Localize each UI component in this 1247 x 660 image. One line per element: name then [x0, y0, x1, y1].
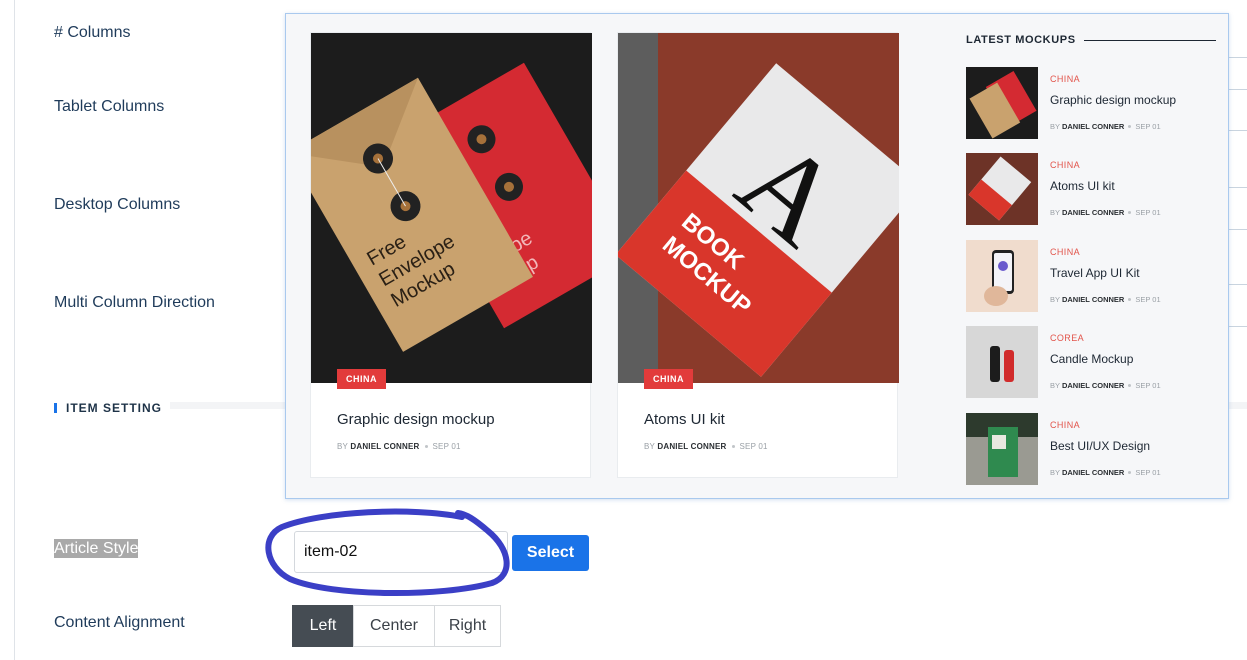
alignment-button-group: Left Center Right [292, 605, 501, 647]
card-title[interactable]: Graphic design mockup [337, 411, 495, 428]
item-setting-section: ITEM SETTING [54, 401, 162, 415]
align-right-button[interactable]: Right [434, 605, 501, 647]
latest-thumb-candle [966, 326, 1038, 398]
multi-column-direction-label: Multi Column Direction [54, 294, 215, 311]
latest-item[interactable]: CHINA Travel App UI Kit BY DANIEL CONNER… [966, 240, 1226, 312]
select-button[interactable]: Select [512, 535, 589, 571]
latest-meta: BY DANIEL CONNER SEP 01 [1050, 295, 1161, 304]
latest-title[interactable]: Travel App UI Kit [1050, 266, 1140, 280]
tablet-columns-label: Tablet Columns [54, 98, 165, 115]
card-meta: BY DANIEL CONNER SEP 01 [644, 442, 768, 451]
latest-title[interactable]: Atoms UI kit [1050, 179, 1115, 193]
card-tag[interactable]: CHINA [644, 369, 693, 389]
meta-by: BY [337, 442, 348, 451]
latest-thumb-envelope [966, 67, 1038, 139]
envelope-mockup-image: elope ckup Free Envelope Mockup [311, 33, 592, 383]
meta-author[interactable]: DANIEL CONNER [657, 442, 726, 451]
meta-by: BY [644, 442, 655, 451]
section-title: ITEM SETTING [66, 401, 162, 415]
left-border [14, 0, 15, 660]
meta-date: SEP 01 [432, 442, 461, 451]
article-style-label: Article Style [54, 539, 139, 558]
content-alignment-label: Content Alignment [54, 614, 185, 631]
latest-title[interactable]: Candle Mockup [1050, 352, 1133, 366]
latest-category[interactable]: CHINA [1050, 160, 1080, 170]
latest-title[interactable]: Best UI/UX Design [1050, 439, 1150, 453]
align-left-button[interactable]: Left [292, 605, 354, 647]
latest-thumb-phone [966, 240, 1038, 312]
card-meta: BY DANIEL CONNER SEP 01 [337, 442, 461, 451]
columns-label: # Columns [54, 24, 131, 41]
card-tag[interactable]: CHINA [337, 369, 386, 389]
latest-title[interactable]: Graphic design mockup [1050, 93, 1176, 107]
latest-category[interactable]: CHINA [1050, 74, 1080, 84]
latest-meta: BY DANIEL CONNER SEP 01 [1050, 381, 1161, 390]
latest-item[interactable]: COREA Candle Mockup BY DANIEL CONNER SEP … [966, 326, 1226, 398]
latest-mockups-title: LATEST MOCKUPS [966, 34, 1076, 46]
latest-item[interactable]: CHINA Graphic design mockup BY DANIEL CO… [966, 67, 1226, 139]
latest-category[interactable]: CHINA [1050, 420, 1080, 430]
latest-thumb-street [966, 413, 1038, 485]
latest-mockups-heading: LATEST MOCKUPS [966, 34, 1216, 46]
latest-meta: BY DANIEL CONNER SEP 01 [1050, 122, 1161, 131]
latest-thumb-book [966, 153, 1038, 225]
article-style-label-text: Article Style [54, 539, 139, 558]
latest-category[interactable]: COREA [1050, 333, 1084, 343]
card-title[interactable]: Atoms UI kit [644, 411, 725, 428]
latest-item[interactable]: CHINA Best UI/UX Design BY DANIEL CONNER… [966, 413, 1226, 485]
desktop-columns-label: Desktop Columns [54, 196, 181, 213]
preview-card[interactable]: elope ckup Free Envelope Mockup CHINA Gr… [310, 32, 592, 478]
article-style-input[interactable]: item-02 [294, 531, 508, 573]
book-mockup-image: A BOOK MOCKUP [618, 33, 899, 383]
article-style-preview: elope ckup Free Envelope Mockup CHINA Gr… [285, 13, 1229, 499]
latest-item[interactable]: CHINA Atoms UI kit BY DANIEL CONNER SEP 0… [966, 153, 1226, 225]
section-accent-bar [54, 403, 57, 413]
meta-date: SEP 01 [739, 442, 768, 451]
align-center-button[interactable]: Center [353, 605, 435, 647]
latest-meta: BY DANIEL CONNER SEP 01 [1050, 468, 1161, 477]
latest-category[interactable]: CHINA [1050, 247, 1080, 257]
latest-meta: BY DANIEL CONNER SEP 01 [1050, 208, 1161, 217]
meta-author[interactable]: DANIEL CONNER [350, 442, 419, 451]
preview-card[interactable]: A BOOK MOCKUP CHINA Atoms UI kit BY DANI… [617, 32, 899, 478]
